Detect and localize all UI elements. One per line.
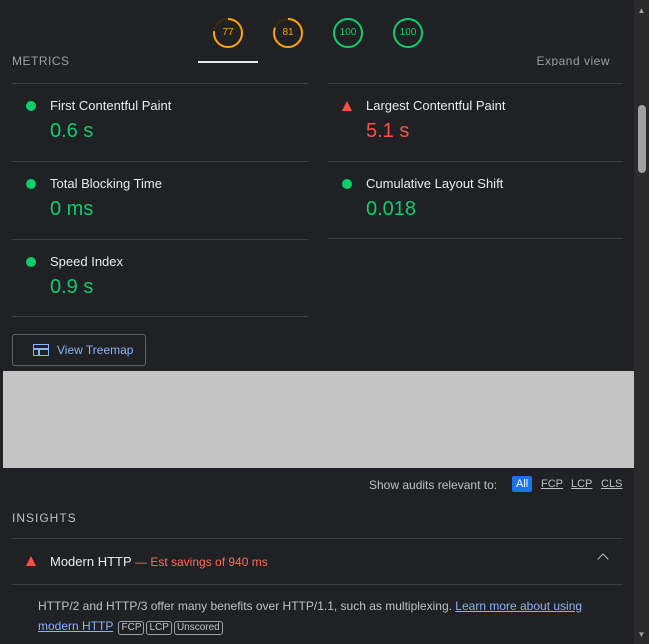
metric-si: Speed Index 0.9 s bbox=[12, 240, 308, 317]
filter-cls[interactable]: CLS bbox=[601, 476, 622, 492]
gauge-score: 81 bbox=[282, 27, 294, 38]
pass-dot-icon bbox=[26, 101, 36, 111]
metric-fcp: First Contentful Paint 0.6 s bbox=[12, 84, 308, 161]
filter-lcp[interactable]: LCP bbox=[571, 476, 592, 492]
gauge-performance[interactable]: 77 bbox=[212, 17, 244, 49]
metric-lcp: Largest Contentful Paint 5.1 s bbox=[328, 84, 624, 161]
gauge-score: 100 bbox=[339, 27, 357, 38]
metric-value: 0 ms bbox=[50, 198, 94, 220]
vertical-scrollbar[interactable] bbox=[634, 0, 649, 644]
audit-savings: — Est savings of 940 ms bbox=[135, 555, 268, 569]
tag-fcp: FCP bbox=[118, 621, 145, 635]
scroll-down-arrow-icon[interactable]: ▼ bbox=[636, 630, 647, 640]
metric-cls: Cumulative Layout Shift 0.018 bbox=[328, 162, 624, 239]
audit-title: Modern HTTP bbox=[50, 554, 132, 569]
view-treemap-button[interactable]: View Treemap bbox=[12, 334, 146, 366]
filter-label: Show audits relevant to: bbox=[369, 478, 498, 492]
audit-modern-http-header[interactable]: Modern HTTP — Est savings of 940 ms bbox=[12, 539, 622, 584]
metric-value: 0.018 bbox=[366, 198, 417, 220]
insights-title: INSIGHTS bbox=[12, 511, 77, 525]
audit-description: HTTP/2 and HTTP/3 offer many benefits ov… bbox=[38, 596, 618, 636]
filter-all[interactable]: All bbox=[512, 476, 533, 492]
scrollbar-thumb[interactable] bbox=[638, 105, 646, 173]
screenshot-thumbnail-area bbox=[3, 371, 634, 468]
metric-label: Largest Contentful Paint bbox=[366, 98, 506, 113]
lighthouse-report: ▲ ▼ 77 81 100 100 METRICS Expand view Fi… bbox=[0, 0, 649, 644]
fail-triangle-icon bbox=[26, 556, 36, 566]
metrics-header: METRICS Expand view bbox=[12, 52, 622, 66]
scroll-up-arrow-icon[interactable]: ▲ bbox=[636, 6, 647, 16]
metric-label: Cumulative Layout Shift bbox=[366, 176, 504, 191]
chevron-up-icon[interactable] bbox=[597, 553, 609, 565]
pass-dot-icon bbox=[26, 257, 36, 267]
gauge-score: 77 bbox=[222, 27, 234, 38]
gauge-accessibility[interactable]: 81 bbox=[272, 17, 304, 49]
metric-label: First Contentful Paint bbox=[50, 98, 172, 113]
filter-fcp[interactable]: FCP bbox=[541, 476, 563, 492]
gauge-seo[interactable]: 100 bbox=[392, 17, 424, 49]
tag-unscored: Unscored bbox=[173, 621, 223, 635]
metric-tbt: Total Blocking Time 0 ms bbox=[12, 162, 308, 239]
metrics-title: METRICS bbox=[12, 54, 70, 66]
treemap-icon bbox=[33, 344, 49, 356]
pass-dot-icon bbox=[26, 179, 36, 189]
view-treemap-label: View Treemap bbox=[57, 343, 134, 357]
metric-value: 5.1 s bbox=[366, 120, 410, 142]
gauge-score: 100 bbox=[399, 27, 417, 38]
gauge-best-practices[interactable]: 100 bbox=[332, 17, 364, 49]
divider bbox=[12, 584, 623, 585]
audit-filter: Show audits relevant to: All FCP LCP CLS bbox=[0, 476, 634, 494]
metric-label: Speed Index bbox=[50, 254, 124, 269]
metric-value: 0.9 s bbox=[50, 276, 94, 298]
audit-description-text: HTTP/2 and HTTP/3 offer many benefits ov… bbox=[38, 599, 452, 613]
pass-dot-icon bbox=[342, 179, 352, 189]
metric-value: 0.6 s bbox=[50, 120, 94, 142]
fail-triangle-icon bbox=[342, 101, 352, 111]
expand-view-toggle[interactable]: Expand view bbox=[536, 54, 610, 66]
tag-lcp: LCP bbox=[146, 621, 172, 635]
metric-label: Total Blocking Time bbox=[50, 176, 162, 191]
